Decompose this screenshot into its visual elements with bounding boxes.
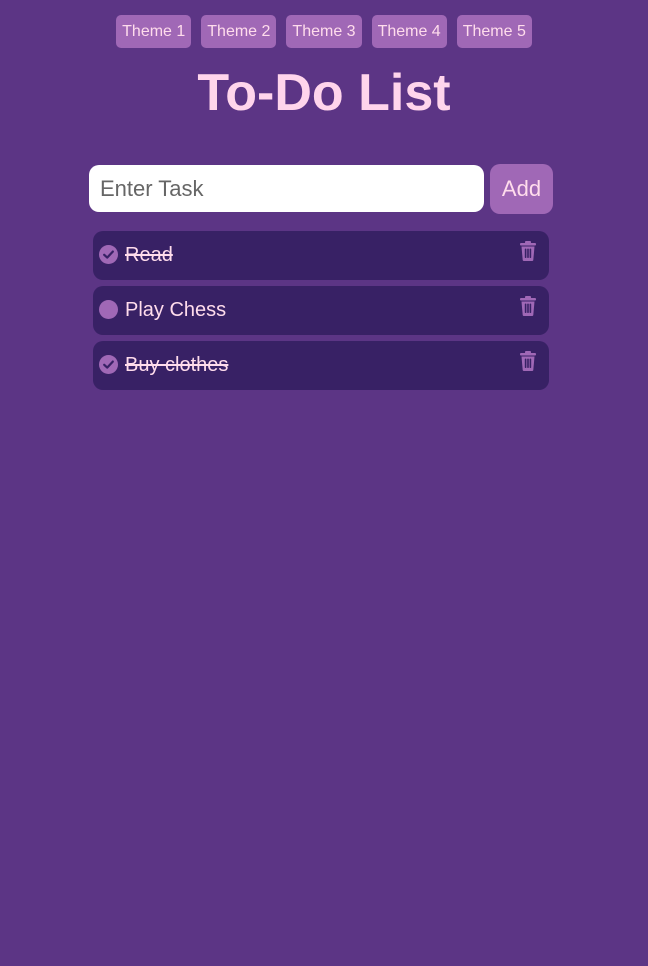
task-item: Play Chess (93, 286, 549, 335)
check-circle-icon[interactable] (99, 245, 118, 264)
trash-icon[interactable] (520, 241, 536, 261)
theme-5-button[interactable]: Theme 5 (456, 15, 532, 48)
task-list: Read Play Chess Buy clothes (93, 231, 549, 396)
add-button[interactable]: Add (490, 164, 553, 214)
theme-4-button[interactable]: Theme 4 (371, 15, 447, 48)
task-label: Buy clothes (125, 354, 229, 376)
task-item: Buy clothes (93, 341, 549, 390)
trash-icon[interactable] (520, 351, 536, 371)
task-input[interactable] (89, 165, 484, 212)
theme-bar: Theme 1 Theme 2 Theme 3 Theme 4 Theme 5 (0, 15, 648, 48)
page-title: To-Do List (197, 64, 451, 122)
trash-icon[interactable] (520, 296, 536, 316)
theme-1-button[interactable]: Theme 1 (116, 15, 192, 48)
check-circle-icon[interactable] (99, 355, 118, 374)
task-label: Read (125, 244, 173, 266)
theme-3-button[interactable]: Theme 3 (286, 15, 362, 48)
theme-2-button[interactable]: Theme 2 (201, 15, 277, 48)
task-item: Read (93, 231, 549, 280)
task-label: Play Chess (125, 299, 227, 321)
circle-icon[interactable] (99, 300, 118, 319)
